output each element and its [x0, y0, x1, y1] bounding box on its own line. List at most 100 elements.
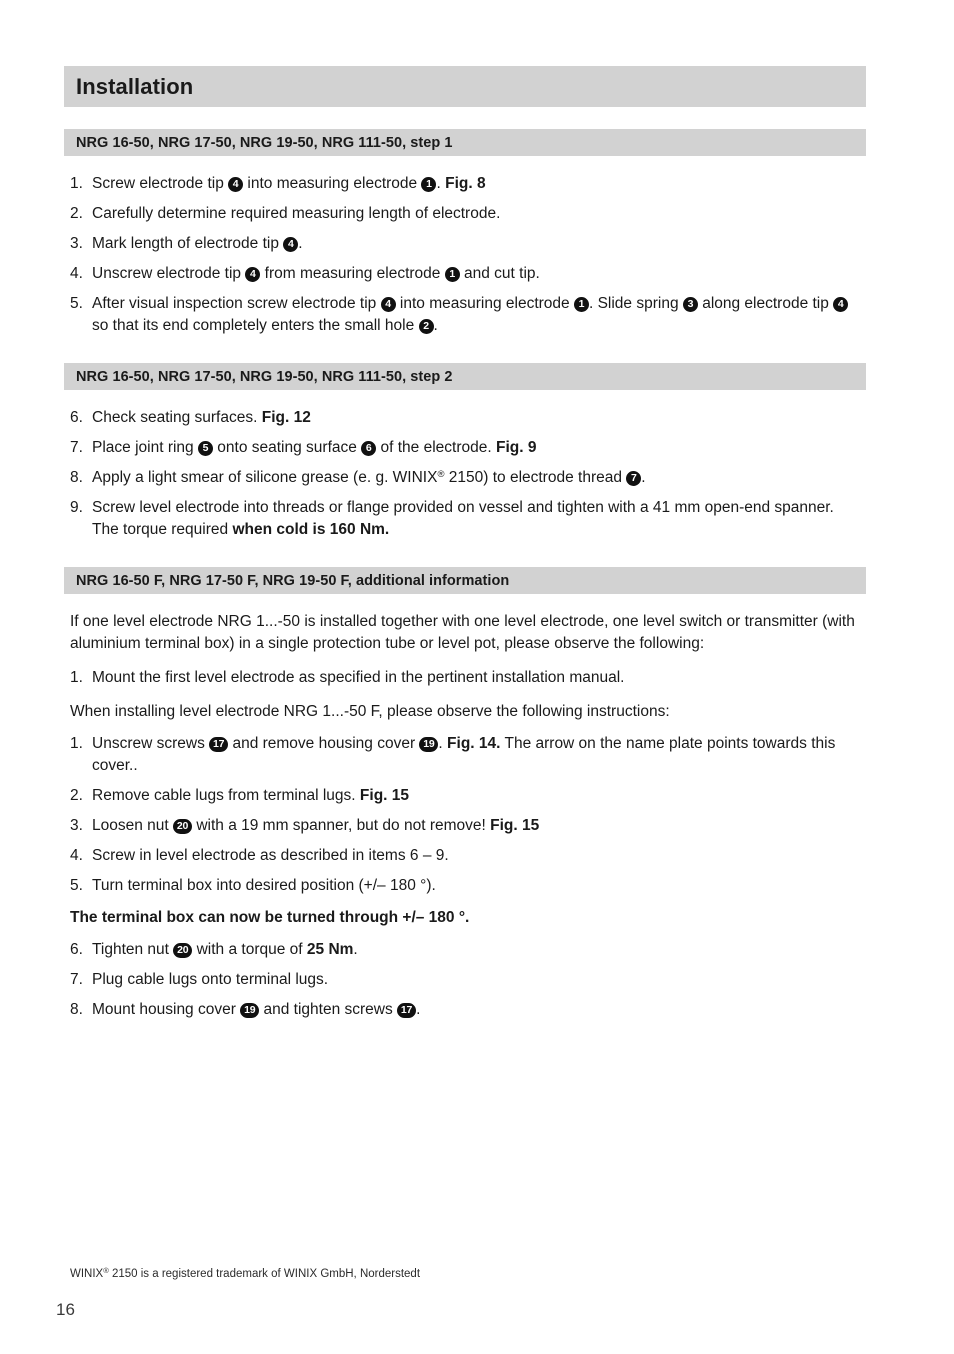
text-run: along electrode tip: [697, 295, 834, 312]
text-run: Carefully determine required measuring l…: [92, 205, 501, 222]
emphasis-run: Fig. 15: [490, 817, 540, 834]
list-item-number: 8.: [70, 469, 83, 486]
list-item-text: Turn terminal box into desired position …: [92, 877, 436, 894]
list-item: 6. Tighten nut 20 with a torque of 25 Nm.: [64, 939, 866, 961]
list-item-number: 7.: [70, 439, 83, 456]
list-item: 7. Plug cable lugs onto terminal lugs.: [64, 969, 866, 991]
emphasis-run: Fig. 15: [359, 787, 410, 804]
list-item-number: 5.: [70, 295, 83, 312]
callout-badge-1: 1: [421, 177, 437, 192]
section-header-label: NRG 16-50 F, NRG 17-50 F, NRG 19-50 F, a…: [76, 572, 510, 589]
page-title: Installation: [76, 73, 194, 99]
list-item: 6. Check seating surfaces. Fig. 12: [64, 407, 866, 429]
text-run: Unscrew screws: [92, 735, 210, 752]
list-item-text: Tighten nut 20 with a torque of 25 Nm.: [92, 941, 358, 958]
text-run: Remove cable lugs from terminal lugs.: [92, 787, 360, 804]
document-page: Installation NRG 16-50, NRG 17-50, NRG 1…: [0, 0, 954, 1354]
list-item: 1. Unscrew screws 17 and remove housing c…: [64, 733, 866, 777]
section-additional-information: NRG 16-50 F, NRG 17-50 F, NRG 19-50 F, a…: [64, 567, 866, 1021]
callout-badge-19: 19: [240, 1003, 260, 1018]
emphasis-run: Fig. 8: [445, 175, 486, 192]
page-title-bar: Installation: [64, 66, 866, 107]
emphasis-run: Fig. 12: [261, 409, 311, 426]
section-header-step-2: NRG 16-50, NRG 17-50, NRG 19-50, NRG 111…: [64, 363, 866, 390]
text-run: .: [438, 735, 448, 752]
text-run: Place joint ring: [92, 439, 198, 456]
text-run: Turn terminal box into desired position …: [92, 877, 436, 894]
emphasis-run: when cold is 160 Nm.: [232, 521, 390, 538]
text-run: . Slide spring: [588, 295, 683, 312]
section-header-additional: NRG 16-50 F, NRG 17-50 F, NRG 19-50 F, a…: [64, 567, 866, 594]
text-run: Screw level electrode into threads or fl…: [92, 499, 834, 516]
list-item-text: Mount housing cover 19 and tighten screw…: [92, 1001, 420, 1018]
text-run: Tighten nut: [92, 941, 174, 958]
list-item-text: Loosen nut 20 with a 19 mm spanner, but …: [92, 817, 539, 834]
text-run: .: [641, 469, 646, 486]
list-item-number: 1.: [70, 735, 83, 752]
list-item-number: 4.: [70, 265, 83, 282]
list-item-text: Unscrew electrode tip 4 from measuring e…: [92, 265, 540, 282]
text-run: .: [353, 941, 358, 958]
callout-badge-4: 4: [833, 297, 849, 312]
list-item-text: Place joint ring 5 onto seating surface …: [92, 439, 536, 456]
steps-list-additional-first: 1. Mount the first level electrode as spe…: [64, 667, 866, 689]
emphasis-run: Fig. 9: [495, 439, 537, 456]
text-run: Apply a light smear of silicone grease (…: [92, 469, 438, 486]
list-item: 8. Mount housing cover 19 and tighten scr…: [64, 999, 866, 1021]
callout-badge-17: 17: [397, 1003, 417, 1018]
text-run: Unscrew electrode tip: [92, 265, 246, 282]
footnote-prefix: WINIX: [70, 1268, 104, 1280]
text-run: Mount the first level electrode as speci…: [92, 669, 625, 686]
list-item-number: 1.: [70, 669, 83, 686]
emphasis-run: Fig. 14.: [447, 735, 501, 752]
list-item-number: 3.: [70, 817, 83, 834]
callout-badge-4: 4: [245, 267, 261, 282]
callout-badge-7: 7: [626, 471, 642, 486]
steps-list-additional-a: 1. Unscrew screws 17 and remove housing c…: [64, 733, 866, 897]
steps-list-step-2: 6. Check seating surfaces. Fig. 12 7. Place…: [64, 407, 866, 541]
section-header-label: NRG 16-50, NRG 17-50, NRG 19-50, NRG 111…: [76, 368, 453, 385]
callout-badge-4: 4: [283, 237, 299, 252]
list-item-number: 5.: [70, 877, 83, 894]
list-item: 4. Unscrew electrode tip 4 from measuring…: [64, 263, 866, 285]
text-run: of the electrode.: [376, 439, 496, 456]
callout-badge-20: 20: [173, 819, 193, 834]
list-item: 3. Mark length of electrode tip 4.: [64, 233, 866, 255]
list-item: 2. Remove cable lugs from terminal lugs. …: [64, 785, 866, 807]
list-item-text: Screw in level electrode as described in…: [92, 847, 449, 864]
trademark-footnote: WINIX® 2150 is a registered trademark of…: [70, 1266, 420, 1282]
callout-badge-5: 5: [197, 441, 213, 456]
text-run: The torque required: [92, 521, 233, 538]
list-item: 1. Mount the first level electrode as spe…: [64, 667, 866, 689]
text-run: Mount housing cover: [92, 1001, 241, 1018]
text-run: into measuring electrode: [395, 295, 574, 312]
callout-badge-19: 19: [419, 737, 439, 752]
text-run: 2150) to electrode thread: [444, 469, 627, 486]
intro-paragraph: If one level electrode NRG 1...-50 is in…: [70, 613, 855, 652]
text-run: After visual inspection screw electrode …: [92, 295, 381, 312]
callout-badge-4: 4: [228, 177, 244, 192]
text-run: Screw electrode tip: [92, 175, 229, 192]
list-item-number: 2.: [70, 205, 83, 222]
callout-badge-1: 1: [444, 267, 460, 282]
list-item-number: 8.: [70, 1001, 83, 1018]
text-run: and remove housing cover: [228, 735, 420, 752]
list-item-text: Apply a light smear of silicone grease (…: [92, 469, 646, 486]
list-item-number: 3.: [70, 235, 83, 252]
list-item-text: Carefully determine required measuring l…: [92, 205, 500, 222]
callout-badge-2: 2: [418, 319, 434, 334]
list-item: 5. Turn terminal box into desired positio…: [64, 875, 866, 897]
text-run: Check seating surfaces.: [92, 409, 262, 426]
text-run: so that its end completely enters the sm…: [92, 317, 419, 334]
list-item-text: Mount the first level electrode as speci…: [92, 669, 624, 686]
footnote-suffix: 2150 is a registered trademark of WINIX …: [108, 1268, 421, 1280]
section-step-2: NRG 16-50, NRG 17-50, NRG 19-50, NRG 111…: [64, 363, 866, 541]
list-item: 4. Screw in level electrode as described …: [64, 845, 866, 867]
text-run: into measuring electrode: [243, 175, 422, 192]
list-item-text: Plug cable lugs onto terminal lugs.: [92, 971, 328, 988]
callout-badge-4: 4: [380, 297, 396, 312]
text-run: Screw in level electrode as described in…: [92, 847, 449, 864]
list-item: 9. Screw level electrode into threads or …: [64, 497, 866, 541]
terminal-box-note: The terminal box can now be turned throu…: [70, 909, 470, 926]
list-item-text: Screw level electrode into threads or fl…: [92, 499, 834, 538]
